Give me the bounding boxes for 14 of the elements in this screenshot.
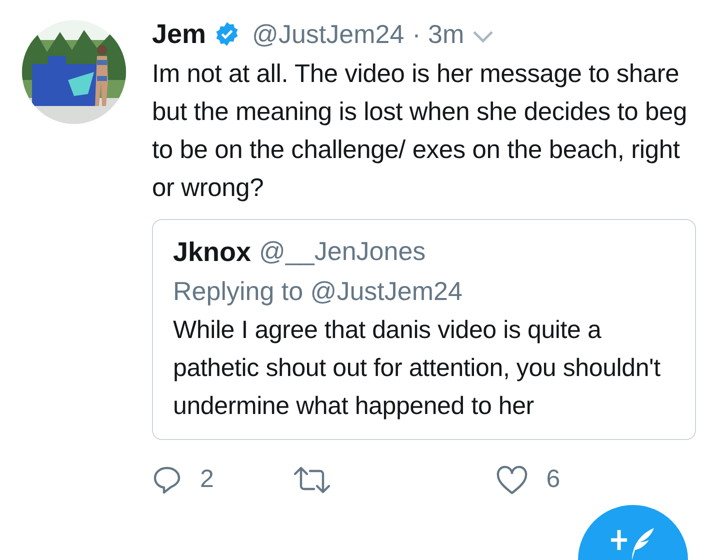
- quoted-user-name: Jknox: [173, 236, 252, 268]
- user-handle[interactable]: @JustJem24: [252, 14, 404, 54]
- heart-icon[interactable]: [496, 465, 528, 495]
- replying-to-text: Replying to @JustJem24: [173, 275, 464, 308]
- tweet-text: Im not at all. The video is her message to share but the meaning is lost when she decides to beg to be on the challenge/ exes on the beach, right or wrong?: [152, 58, 688, 204]
- reply-count: 2: [200, 464, 214, 496]
- timestamp: · 3m: [412, 18, 464, 51]
- quoted-tweet[interactable]: Jknox @__JenJones Replying to @JustJem24 While I agree that danis video is quite a pathetic shout out for attention, you shouldn't undermine what happened to her: [152, 218, 696, 440]
- reply-icon[interactable]: [152, 465, 182, 495]
- quoted-text: While I agree that danis video is quite a pathetic shout out for attention, you shouldn't undermine what happened to her: [173, 315, 662, 422]
- retweet-icon[interactable]: [292, 465, 331, 495]
- user-name[interactable]: Jem: [152, 14, 206, 54]
- quoted-user-handle: @__JenJones: [259, 235, 426, 268]
- like-count: 6: [546, 464, 560, 496]
